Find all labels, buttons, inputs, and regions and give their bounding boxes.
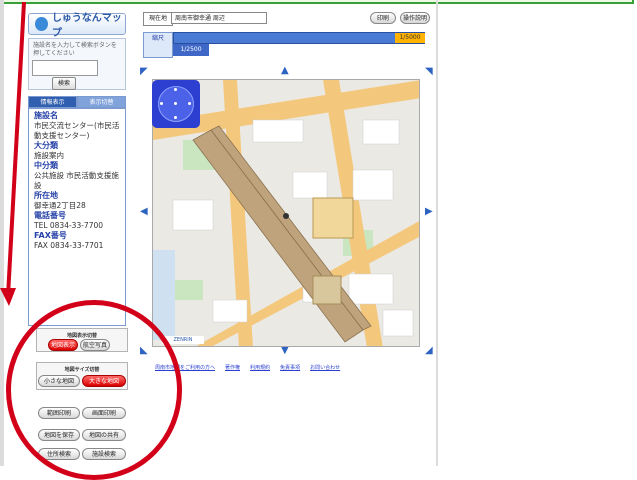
annotation-arrow <box>0 1 26 306</box>
